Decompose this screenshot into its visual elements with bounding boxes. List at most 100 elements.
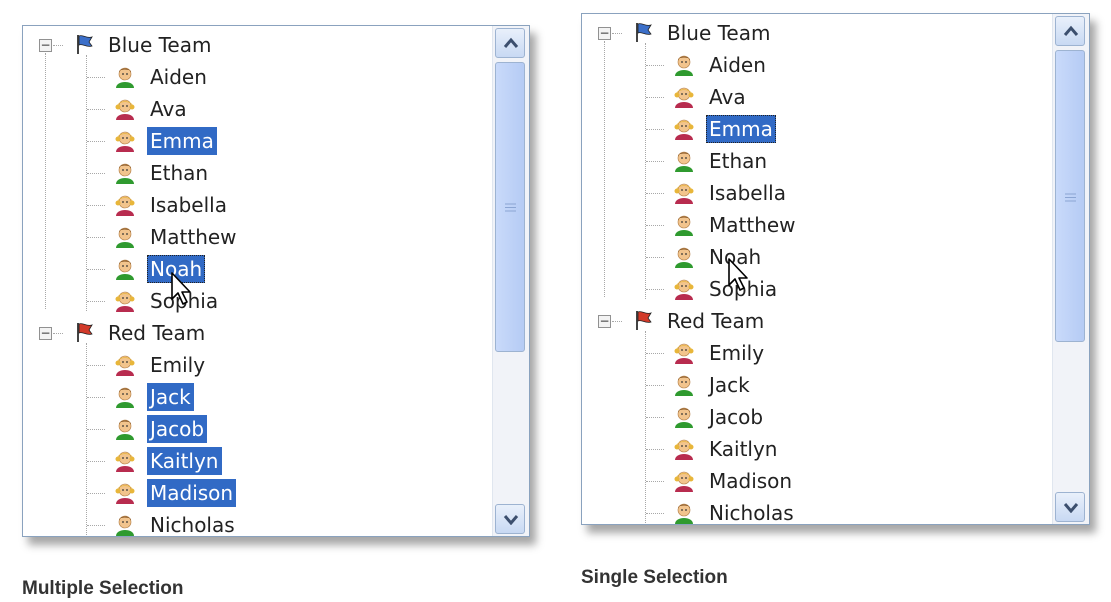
tree-connector [646,417,664,418]
tree-item-label[interactable]: Emily [706,339,767,367]
girl-icon [674,279,694,300]
tree-item[interactable]: Madison [23,477,483,509]
tree-item-label[interactable]: Emily [147,351,208,379]
tree-item[interactable]: Madison [582,465,1042,497]
tree-item-label[interactable]: Kaitlyn [706,435,781,463]
group-label[interactable]: Blue Team [664,19,773,47]
tree-item[interactable]: Ava [582,81,1042,113]
scroll-down-button[interactable] [495,504,525,534]
tree-item[interactable]: Noah [582,241,1042,273]
tree-item[interactable]: Jacob [582,401,1042,433]
tree-item[interactable]: Jack [582,369,1042,401]
tree-group-node[interactable]: − Blue Team [582,17,1042,49]
tree-item[interactable]: Ethan [23,157,483,189]
group-label[interactable]: Blue Team [105,31,214,59]
group-label[interactable]: Red Team [664,307,767,335]
tree-item[interactable]: Sophia [23,285,483,317]
tree-item[interactable]: Emma [582,113,1042,145]
vertical-scrollbar[interactable] [492,26,529,536]
tree-item-label[interactable]: Matthew [147,223,240,251]
tree-item-label[interactable]: Ethan [147,159,211,187]
boy-icon [675,503,693,524]
tree-item-label[interactable]: Ethan [706,147,770,175]
tree-connector [646,481,664,482]
scroll-up-button[interactable] [1055,16,1085,46]
minus-toggle-icon[interactable]: − [598,27,611,40]
tree-item-label[interactable]: Kaitlyn [147,447,222,475]
tree-item-label[interactable]: Madison [147,479,237,507]
tree-item-label[interactable]: Isabella [147,191,230,219]
tree-connector [87,269,105,270]
tree-item[interactable]: Aiden [582,49,1042,81]
minus-toggle-icon[interactable]: − [39,39,52,52]
scroll-down-button[interactable] [1055,492,1085,522]
tree-view[interactable]: − Blue Team Aiden Ava Emma Ethan Isabella Matth… [22,25,530,537]
tree-item[interactable]: Matthew [23,221,483,253]
boy-icon [116,259,134,280]
tree-group-node[interactable]: − Blue Team [23,29,483,61]
tree-connector [612,33,622,34]
tree-item-label[interactable]: Ava [706,83,749,111]
tree-connector [646,161,664,162]
tree-item-label[interactable]: Madison [706,467,795,495]
group-label[interactable]: Red Team [105,319,208,347]
tree-item-label[interactable]: Jack [147,383,194,411]
tree-item[interactable]: Matthew [582,209,1042,241]
boy-icon [675,407,693,428]
tree-item[interactable]: Jack [23,381,483,413]
tree-item-label[interactable]: Aiden [706,51,769,79]
red-flag-icon [77,323,93,342]
girl-icon [674,439,694,460]
tree-connector [646,97,664,98]
red-flag-icon [636,311,652,330]
minus-toggle-icon[interactable]: − [39,327,52,340]
minus-toggle-icon[interactable]: − [598,315,611,328]
tree-item-label[interactable]: Aiden [147,63,210,91]
tree-rows: − Blue Team Aiden Ava Emma Ethan Isabella Matth… [582,14,1053,524]
tree-item-label[interactable]: Isabella [706,179,789,207]
tree-item-label[interactable]: Jacob [147,415,208,443]
tree-item[interactable]: Noah [23,253,483,285]
tree-item[interactable]: Aiden [23,61,483,93]
girl-icon [115,131,135,152]
scroll-thumb[interactable] [495,62,525,352]
tree-item-label[interactable]: Emma [706,115,776,143]
tree-item-label[interactable]: Matthew [706,211,799,239]
tree-item[interactable]: Emma [23,125,483,157]
blue-flag-icon [636,23,652,42]
tree-connector [87,77,105,78]
girl-icon [674,119,694,140]
tree-item[interactable]: Jacob [23,413,483,445]
tree-item[interactable]: Kaitlyn [582,433,1042,465]
tree-item-label[interactable]: Nicholas [147,511,238,536]
scroll-up-button[interactable] [495,28,525,58]
tree-group-node[interactable]: − Red Team [582,305,1042,337]
chevron-down-icon [503,515,519,525]
tree-item-label[interactable]: Ava [147,95,190,123]
tree-item[interactable]: Nicholas [582,497,1042,524]
tree-item[interactable]: Sophia [582,273,1042,305]
tree-connector [87,141,105,142]
tree-group-node[interactable]: − Red Team [23,317,483,349]
tree-item-label[interactable]: Jacob [706,403,766,431]
tree-item-label[interactable]: Jack [706,371,753,399]
blue-flag-icon [77,35,93,54]
tree-item[interactable]: Emily [23,349,483,381]
boy-icon [116,419,134,440]
tree-item[interactable]: Emily [582,337,1042,369]
tree-item-label[interactable]: Emma [147,127,217,155]
tree-item[interactable]: Nicholas [23,509,483,536]
girl-icon [115,451,135,472]
tree-item[interactable]: Ethan [582,145,1042,177]
tree-connector [87,525,105,526]
tree-item-label[interactable]: Nicholas [706,499,797,524]
scroll-thumb[interactable] [1055,50,1085,342]
tree-item[interactable]: Isabella [23,189,483,221]
tree-item[interactable]: Ava [23,93,483,125]
tree-item[interactable]: Kaitlyn [23,445,483,477]
tree-connector [612,321,622,322]
chevron-up-icon [1063,25,1079,36]
tree-view[interactable]: − Blue Team Aiden Ava Emma Ethan Isabella Matth… [581,13,1090,525]
tree-item[interactable]: Isabella [582,177,1042,209]
vertical-scrollbar[interactable] [1052,14,1089,524]
